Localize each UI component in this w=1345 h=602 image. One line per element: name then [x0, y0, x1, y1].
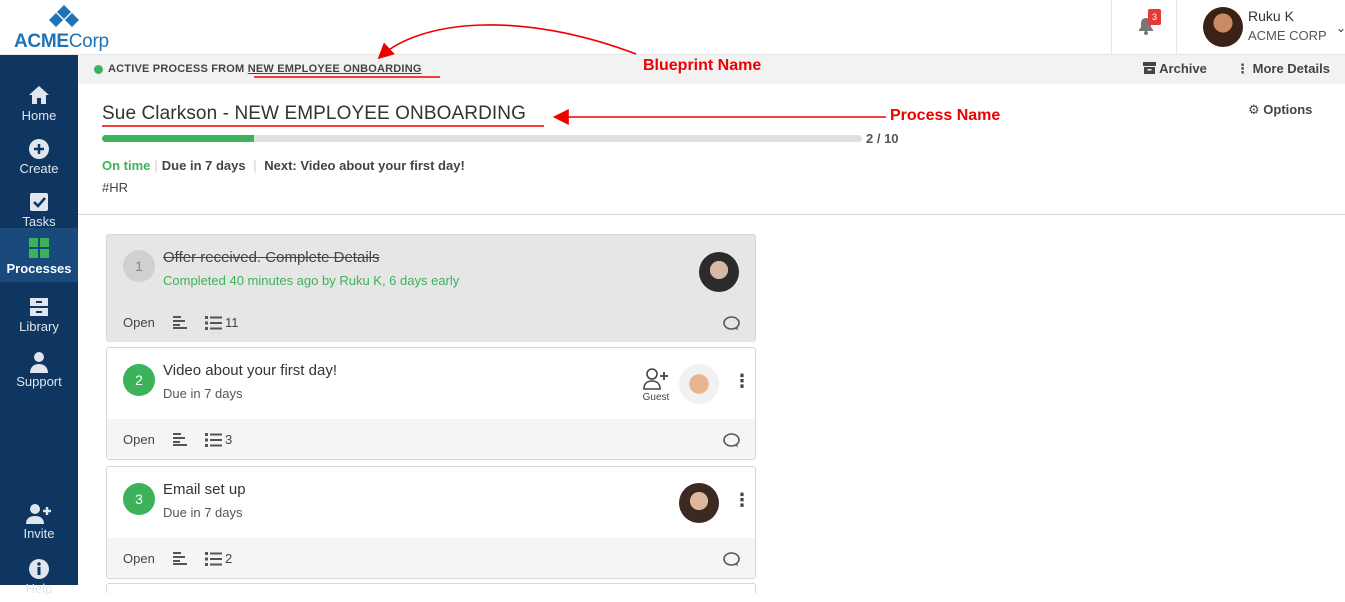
sidebar-item-label: Library [19, 319, 59, 334]
options-button[interactable]: ⚙ Options [1248, 102, 1312, 118]
active-status-dot [94, 65, 103, 74]
task-footer: Open 2 [107, 538, 755, 578]
assignee-avatar[interactable] [679, 483, 719, 523]
process-meta: On time | Due in 7 days | Next: Video abou… [102, 158, 465, 173]
sidebar-item-label: Processes [6, 261, 72, 276]
sidebar-item-invite[interactable]: Invite [0, 495, 78, 547]
task-card[interactable]: 1 Offer received. Complete Details Compl… [106, 234, 756, 342]
sidebar-item-processes[interactable]: Processes [0, 228, 78, 282]
top-bar: ACMECorp 3 Ruku K ACME CORP ⌄ [0, 0, 1345, 55]
active-process-label: ACTIVE PROCESS FROM NEW EMPLOYEE ONBOARD… [108, 63, 422, 75]
notification-count-badge: 3 [1148, 9, 1161, 25]
user-name: Ruku K [1248, 8, 1294, 24]
task-title[interactable]: Email set up [163, 481, 246, 498]
process-title[interactable]: Sue Clarkson - NEW EMPLOYEE ONBOARDING [102, 103, 526, 125]
comment-icon[interactable] [723, 433, 740, 448]
due-text: Due in 7 days [161, 158, 246, 173]
task-subtitle: Completed 40 minutes ago by Ruku K, 6 da… [163, 273, 460, 288]
description-icon[interactable] [173, 316, 187, 329]
sidebar-item-library[interactable]: Library [0, 288, 78, 340]
person-icon [30, 352, 48, 373]
guest-label: Guest [642, 392, 670, 403]
annotation-process-name: Process Name [890, 107, 1001, 124]
user-org: ACME CORP [1248, 28, 1327, 43]
sidebar-item-label: Tasks [22, 214, 56, 229]
task-subtitle: Due in 7 days [163, 505, 243, 520]
notifications-button[interactable]: 3 [1111, 0, 1177, 55]
more-details-button[interactable]: ⋮ More Details [1236, 61, 1330, 77]
archive-icon [1143, 62, 1156, 74]
comment-icon[interactable] [723, 552, 740, 567]
task-title[interactable]: Offer received. Complete Details [163, 249, 379, 266]
task-number: 3 [123, 483, 155, 515]
status-on-time: On time [102, 158, 151, 173]
task-subtitle: Due in 7 days [163, 386, 243, 401]
open-link[interactable]: Open [123, 551, 155, 566]
check-square-icon [30, 193, 48, 211]
task-card[interactable]: 3 Email set up Due in 7 days ⋮ Open 2 [106, 466, 756, 579]
description-icon[interactable] [173, 552, 187, 565]
add-guest-button[interactable]: Guest [641, 368, 671, 404]
logo-text: ACMECorp [14, 31, 109, 52]
logo-diamonds-icon [49, 5, 79, 27]
user-plus-icon [26, 504, 51, 524]
annotation-blueprint-name: Blueprint Name [643, 57, 762, 74]
sidebar-item-label: Help [25, 581, 53, 596]
gear-icon: ⚙ [1248, 102, 1260, 117]
next-task-text: Next: Video about your first day! [264, 158, 465, 173]
info-icon [29, 559, 49, 579]
archive-box-icon [30, 298, 48, 316]
progress-bar [102, 135, 862, 142]
kebab-icon: ⋮ [1236, 61, 1249, 76]
task-footer: Open 11 [107, 302, 755, 342]
process-header: Sue Clarkson - NEW EMPLOYEE ONBOARDING 2… [78, 84, 1345, 215]
blueprint-link[interactable]: NEW EMPLOYEE ONBOARDING [248, 63, 422, 75]
open-link[interactable]: Open [123, 315, 155, 330]
acme-logo[interactable]: ACMECorp [14, 5, 114, 52]
comment-icon[interactable] [723, 316, 740, 331]
progress-count: 2 / 10 [866, 131, 899, 146]
assignee-avatar[interactable] [699, 252, 739, 292]
checklist-count: 3 [225, 432, 233, 447]
sidebar-item-create[interactable]: Create [0, 130, 78, 182]
task-list: 1 Offer received. Complete Details Compl… [78, 215, 1345, 593]
checklist-icon[interactable] [205, 316, 222, 330]
sidebar: Home Create Tasks Processes Library Supp… [0, 55, 78, 596]
task-card[interactable]: 2 Video about your first day! Due in 7 d… [106, 347, 756, 460]
open-link[interactable]: Open [123, 432, 155, 447]
checklist-count: 2 [225, 551, 233, 566]
sidebar-item-home[interactable]: Home [0, 77, 78, 129]
checklist-icon[interactable] [205, 552, 222, 566]
checklist-count: 11 [225, 315, 239, 330]
checklist-icon[interactable] [205, 433, 222, 447]
user-plus-icon [643, 368, 668, 390]
user-menu[interactable]: Ruku K ACME CORP ⌄ [1203, 7, 1345, 49]
task-menu-kebab-icon[interactable]: ⋮ [733, 371, 751, 392]
sidebar-item-label: Home [21, 108, 57, 123]
home-icon [29, 86, 49, 104]
description-icon[interactable] [173, 433, 187, 446]
chevron-down-icon: ⌄ [1336, 21, 1345, 35]
plus-circle-icon [29, 139, 49, 159]
task-number: 1 [123, 250, 155, 282]
grid-icon [29, 238, 49, 258]
sidebar-item-label: Invite [23, 526, 55, 541]
sidebar-item-help[interactable]: Help [0, 550, 78, 602]
sidebar-item-label: Support [16, 374, 62, 389]
sidebar-item-label: Create [19, 161, 59, 176]
user-avatar [1203, 7, 1243, 47]
task-number: 2 [123, 364, 155, 396]
process-tag[interactable]: #HR [102, 180, 128, 195]
sidebar-item-support[interactable]: Support [0, 343, 78, 395]
assignee-avatar[interactable] [679, 364, 719, 404]
task-title[interactable]: Video about your first day! [163, 362, 337, 379]
task-footer: Open 3 [107, 419, 755, 459]
task-menu-kebab-icon[interactable]: ⋮ [733, 490, 751, 511]
archive-button[interactable]: Archive [1143, 61, 1207, 76]
